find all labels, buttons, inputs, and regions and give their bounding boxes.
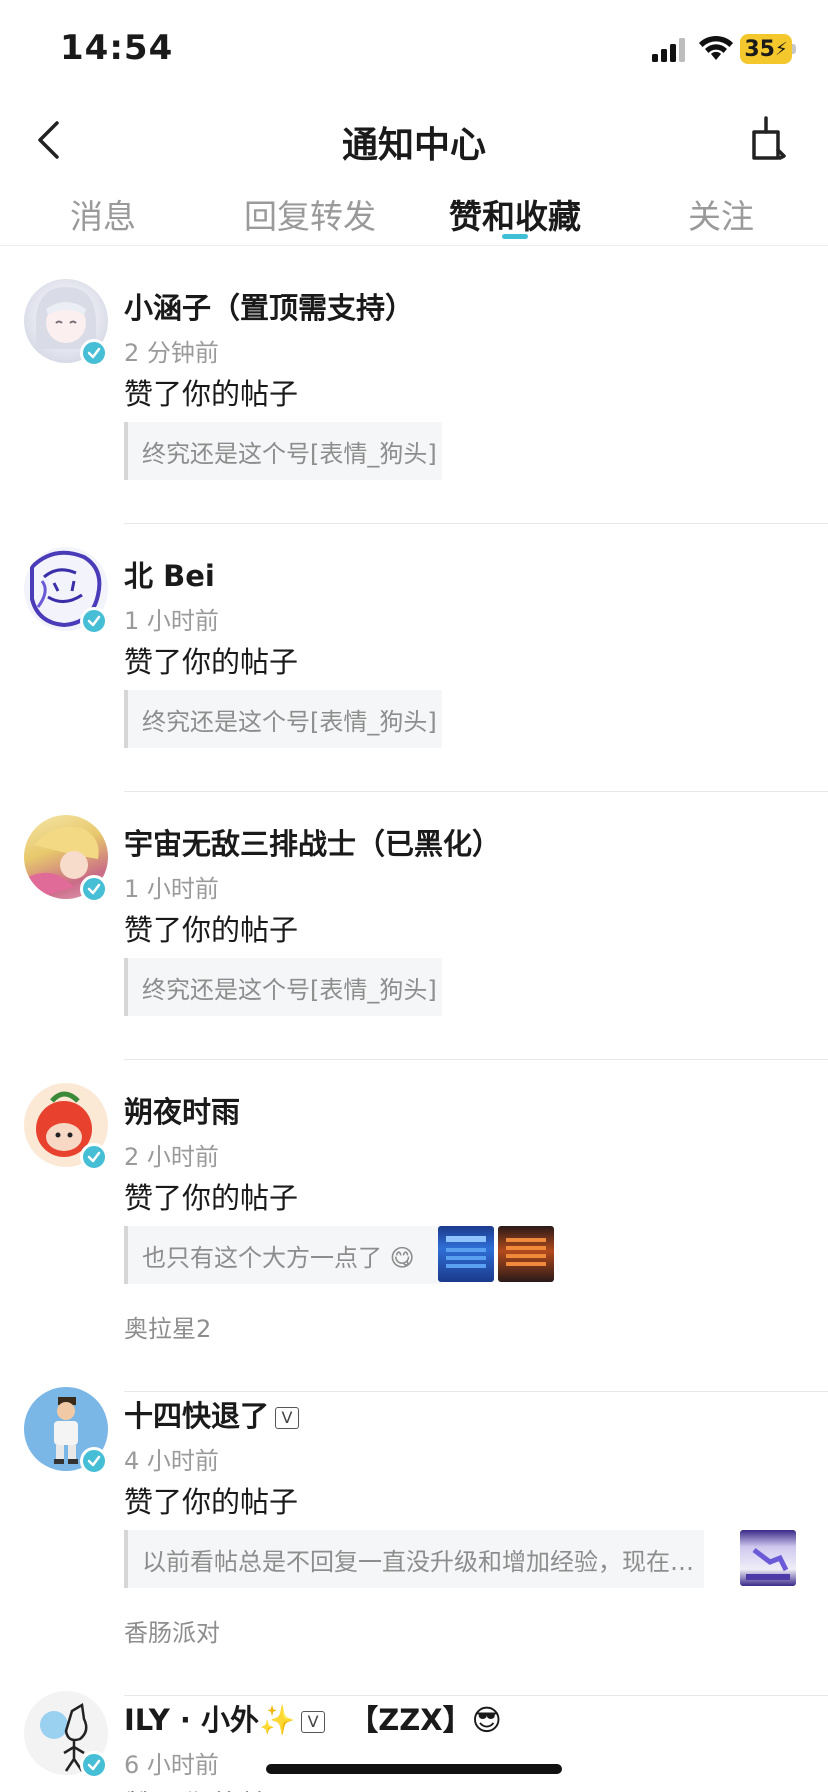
charging-bolt-icon: ⚡ (774, 38, 788, 60)
timestamp: 4 小时前 (124, 1447, 219, 1475)
action-text: 赞了你的帖子 (124, 1181, 299, 1215)
tab-likes-favorites[interactable]: 赞和收藏 (449, 190, 581, 238)
user-name-row[interactable]: ILY · 小外✨ V 【ZZX】😎 (124, 1697, 502, 1739)
quoted-post[interactable]: 也只有这个大方一点了 😋 (124, 1226, 442, 1284)
user-name[interactable]: 宇宙无敌三排战士（已黑化） (124, 821, 501, 863)
quoted-post-text: 终究还是这个号[表情_狗头] (142, 707, 437, 736)
verified-icon (80, 607, 108, 635)
tab-follows[interactable]: 关注 (688, 190, 754, 238)
action-text: 赞了你的帖子 (124, 1783, 298, 1792)
verified-icon (80, 1751, 108, 1779)
quoted-post-text: 以前看帖总是不回复一直没升级和增加经验，现在… (142, 1547, 694, 1576)
tab-bar: 消息 回复转发 赞和收藏 关注 (0, 180, 828, 246)
user-name: 十四快退了 (124, 1399, 270, 1433)
divider (124, 523, 828, 524)
signal-icon (652, 38, 685, 62)
battery-cap (792, 44, 796, 54)
home-indicator (266, 1764, 562, 1774)
thumbnail-image (746, 1548, 790, 1580)
action-text: 赞了你的帖子 (124, 377, 299, 411)
quoted-post[interactable]: 终究还是这个号[表情_狗头] (124, 690, 442, 748)
source-game[interactable]: 香肠派对 (124, 1613, 220, 1648)
timestamp: 1 小时前 (124, 607, 219, 635)
status-bar: 14:54 35 ⚡ (0, 0, 828, 100)
v-badge-icon: V (275, 1407, 300, 1429)
quoted-post[interactable]: 终究还是这个号[表情_狗头] (124, 958, 442, 1016)
tab-replies-reposts[interactable]: 回复转发 (244, 190, 376, 238)
post-thumbnail[interactable] (498, 1226, 554, 1282)
quoted-post-text: 也只有这个大方一点了 😋 (142, 1243, 415, 1272)
active-tab-indicator (502, 234, 528, 239)
page-title: 通知中心 (341, 125, 486, 166)
post-thumbnail[interactable] (438, 1226, 494, 1282)
battery-level: 35 (744, 36, 775, 62)
user-name-suffix: 【ZZX】😎 (349, 1703, 502, 1737)
divider (124, 1391, 828, 1392)
user-name[interactable]: 北 Bei (124, 553, 215, 595)
action-text: 赞了你的帖子 (124, 645, 299, 679)
clear-broom-icon (752, 116, 786, 160)
user-name: ILY · 小外✨ (124, 1703, 296, 1737)
verified-icon (80, 339, 108, 367)
verified-icon (80, 875, 108, 903)
timestamp: 2 分钟前 (124, 339, 219, 367)
action-text: 赞了你的帖子 (124, 1485, 299, 1519)
post-thumbnail[interactable] (740, 1530, 796, 1586)
wifi-icon (699, 35, 733, 60)
thumbnail-image (506, 1238, 546, 1266)
timestamp: 6 小时前 (124, 1751, 219, 1779)
action-text: 赞了你的帖子 (124, 913, 299, 947)
quoted-post[interactable]: 以前看帖总是不回复一直没升级和增加经验，现在… (124, 1530, 704, 1588)
verified-icon (80, 1447, 108, 1475)
verified-icon (80, 1143, 108, 1171)
user-name[interactable]: 朔夜时雨 (124, 1089, 240, 1131)
timestamp: 2 小时前 (124, 1143, 219, 1171)
quoted-post[interactable]: 终究还是这个号[表情_狗头] (124, 422, 442, 480)
tab-messages[interactable]: 消息 (70, 190, 136, 238)
source-game[interactable]: 奥拉星2 (124, 1309, 211, 1344)
divider (124, 1695, 828, 1696)
nav-bar: 通知中心 (0, 100, 828, 180)
status-time: 14:54 (60, 28, 174, 68)
timestamp: 1 小时前 (124, 875, 219, 903)
user-name-row[interactable]: 十四快退了 V (124, 1393, 300, 1435)
thumbnail-image (446, 1236, 486, 1268)
quoted-post-text: 终究还是这个号[表情_狗头] (142, 439, 437, 468)
battery-icon: 35 ⚡ (740, 34, 792, 64)
clear-notifications-button[interactable] (740, 110, 796, 170)
quoted-post-text: 终究还是这个号[表情_狗头] (142, 975, 437, 1004)
v-badge-icon: V (301, 1711, 326, 1733)
divider (124, 1059, 828, 1060)
divider (124, 791, 828, 792)
user-name[interactable]: 小涵子（置顶需支持） (124, 285, 414, 327)
